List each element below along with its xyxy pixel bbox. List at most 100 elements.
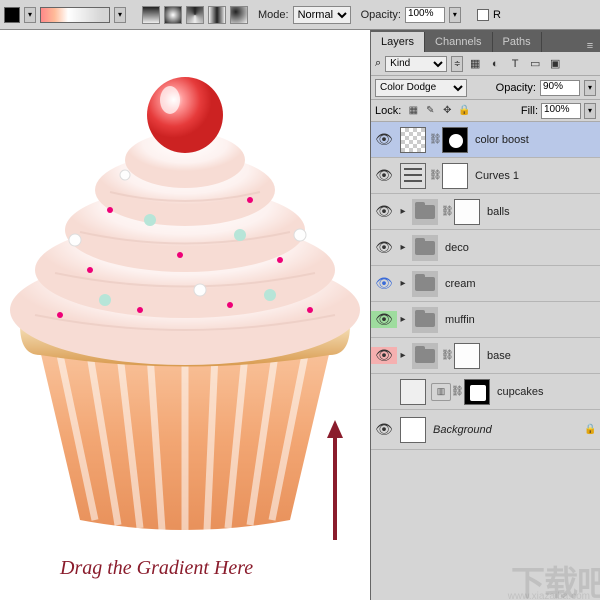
- watermark-sub: www.xiazaiba.com: [508, 591, 590, 602]
- instruction-text: Drag the Gradient Here: [60, 557, 253, 580]
- reverse-label-tail: R: [493, 9, 501, 21]
- visibility-toggle[interactable]: 👁: [371, 311, 397, 328]
- layer-opacity-label: Opacity:: [496, 82, 536, 94]
- layer-row-color-boost[interactable]: 👁 ⛓ color boost: [371, 122, 600, 158]
- gradient-picker-caret[interactable]: ▾: [114, 7, 126, 23]
- layer-row-muffin[interactable]: 👁 ▸ muffin: [371, 302, 600, 338]
- layer-thumb[interactable]: [400, 127, 426, 153]
- mode-label: Mode:: [258, 9, 289, 21]
- folder-icon: [412, 199, 438, 225]
- panel-tabs: Layers Channels Paths ≡: [371, 30, 600, 52]
- layer-mask-thumb[interactable]: [442, 127, 468, 153]
- filter-kind-caret[interactable]: ≑: [451, 56, 463, 72]
- document-canvas[interactable]: Drag the Gradient Here: [0, 30, 370, 600]
- tab-channels[interactable]: Channels: [425, 32, 492, 52]
- layer-name[interactable]: deco: [441, 242, 600, 254]
- layer-name[interactable]: Background: [429, 424, 584, 436]
- layers-panel: Layers Channels Paths ≡ ⌕ Kind ≑ ▦ ◐ T ▭…: [370, 30, 600, 600]
- layer-row-cream[interactable]: 👁 ▸ cream: [371, 266, 600, 302]
- disclose-icon[interactable]: ▸: [397, 242, 409, 253]
- mask-link-icon[interactable]: ⛓: [441, 350, 451, 361]
- layer-name[interactable]: Curves 1: [471, 170, 600, 182]
- lock-position-icon[interactable]: ✥: [440, 104, 454, 118]
- folder-icon: [412, 235, 438, 261]
- tab-layers[interactable]: Layers: [371, 32, 425, 52]
- lock-pixels-icon[interactable]: ✎: [423, 104, 437, 118]
- color-chip-caret[interactable]: ▾: [24, 7, 36, 23]
- foreground-color-chip[interactable]: [4, 7, 20, 23]
- layer-name[interactable]: base: [483, 350, 600, 362]
- filter-kind-select[interactable]: Kind: [385, 56, 447, 72]
- group-mask-thumb[interactable]: [454, 343, 480, 369]
- mask-link-icon[interactable]: ⛓: [429, 170, 439, 181]
- lock-all-icon[interactable]: 🔒: [457, 104, 471, 118]
- fill-caret[interactable]: ▾: [584, 103, 596, 119]
- fill-input[interactable]: 100%: [541, 103, 581, 119]
- layer-row-cupcakes[interactable]: 👁 ▥ ⛓ cupcakes: [371, 374, 600, 410]
- fill-label: Fill:: [521, 105, 538, 117]
- layer-mask-thumb[interactable]: [464, 379, 490, 405]
- opacity-input[interactable]: 100%: [405, 7, 445, 23]
- filter-pixel-icon[interactable]: ▦: [467, 56, 483, 72]
- blend-row: Color Dodge Opacity: 90% ▾: [371, 76, 600, 100]
- adjustment-icon[interactable]: [400, 163, 426, 189]
- gradient-swatch[interactable]: [40, 7, 110, 23]
- mask-link-icon[interactable]: ⛓: [451, 386, 461, 397]
- disclose-icon[interactable]: ▸: [397, 350, 409, 361]
- visibility-toggle[interactable]: 👁: [371, 347, 397, 364]
- layer-thumb[interactable]: [400, 417, 426, 443]
- gradient-radial-icon[interactable]: [164, 6, 182, 24]
- mask-link-icon[interactable]: ⛓: [429, 134, 439, 145]
- gradient-direction-arrow: [330, 420, 340, 540]
- layer-mask-thumb[interactable]: [442, 163, 468, 189]
- layer-row-background[interactable]: 👁 Background 🔒: [371, 410, 600, 450]
- layer-thumb[interactable]: [400, 379, 426, 405]
- panel-menu-icon[interactable]: ≡: [580, 40, 600, 52]
- visibility-toggle[interactable]: 👁: [371, 167, 397, 184]
- layer-name[interactable]: balls: [483, 206, 600, 218]
- lock-transparency-icon[interactable]: ▦: [406, 104, 420, 118]
- layer-opacity-caret[interactable]: ▾: [584, 80, 596, 96]
- layer-name[interactable]: muffin: [441, 314, 600, 326]
- visibility-toggle[interactable]: 👁: [371, 421, 397, 438]
- layer-opacity-input[interactable]: 90%: [540, 80, 580, 96]
- opacity-label: Opacity:: [361, 9, 401, 21]
- layer-row-balls[interactable]: 👁 ▸ ⛓ balls: [371, 194, 600, 230]
- gradient-reflected-icon[interactable]: [208, 6, 226, 24]
- lock-row: Lock: ▦ ✎ ✥ 🔒 Fill: 100% ▾: [371, 100, 600, 122]
- reverse-checkbox[interactable]: [477, 9, 489, 21]
- filter-smart-icon[interactable]: ▣: [547, 56, 563, 72]
- filter-type-icon[interactable]: T: [507, 56, 523, 72]
- layer-name[interactable]: color boost: [471, 134, 600, 146]
- filter-shape-icon[interactable]: ▭: [527, 56, 543, 72]
- disclose-icon[interactable]: ▸: [397, 278, 409, 289]
- smart-object-badge: ▥: [431, 383, 451, 401]
- layer-list: 👁 ⛓ color boost 👁 ⛓ Curves 1 👁 ▸ ⛓ balls…: [371, 122, 600, 600]
- mask-link-icon[interactable]: ⛓: [441, 206, 451, 217]
- layer-name[interactable]: cream: [441, 278, 600, 290]
- visibility-toggle[interactable]: 👁: [371, 239, 397, 256]
- gradient-diamond-icon[interactable]: [230, 6, 248, 24]
- layer-name[interactable]: cupcakes: [493, 386, 600, 398]
- visibility-toggle[interactable]: 👁: [371, 275, 397, 292]
- visibility-toggle[interactable]: 👁: [371, 383, 397, 400]
- disclose-icon[interactable]: ▸: [397, 314, 409, 325]
- gradient-linear-icon[interactable]: [142, 6, 160, 24]
- gradient-angle-icon[interactable]: [186, 6, 204, 24]
- disclose-icon[interactable]: ▸: [397, 206, 409, 217]
- layer-row-base[interactable]: 👁 ▸ ⛓ base: [371, 338, 600, 374]
- blend-mode-select[interactable]: Normal: [293, 6, 351, 24]
- tab-paths[interactable]: Paths: [493, 32, 542, 52]
- cupcake-artwork: [0, 60, 370, 540]
- opacity-caret[interactable]: ▾: [449, 7, 461, 23]
- options-toolbar: ▾ ▾ Mode: Normal Opacity: 100% ▾ R: [0, 0, 600, 30]
- layer-row-curves[interactable]: 👁 ⛓ Curves 1: [371, 158, 600, 194]
- filter-kind-icon: ⌕: [375, 57, 381, 70]
- layer-blend-mode-select[interactable]: Color Dodge: [375, 79, 467, 97]
- filter-adjustment-icon[interactable]: ◐: [487, 56, 503, 72]
- group-mask-thumb[interactable]: [454, 199, 480, 225]
- visibility-toggle[interactable]: 👁: [371, 131, 397, 148]
- visibility-toggle[interactable]: 👁: [371, 203, 397, 220]
- folder-icon: [412, 307, 438, 333]
- layer-row-deco[interactable]: 👁 ▸ deco: [371, 230, 600, 266]
